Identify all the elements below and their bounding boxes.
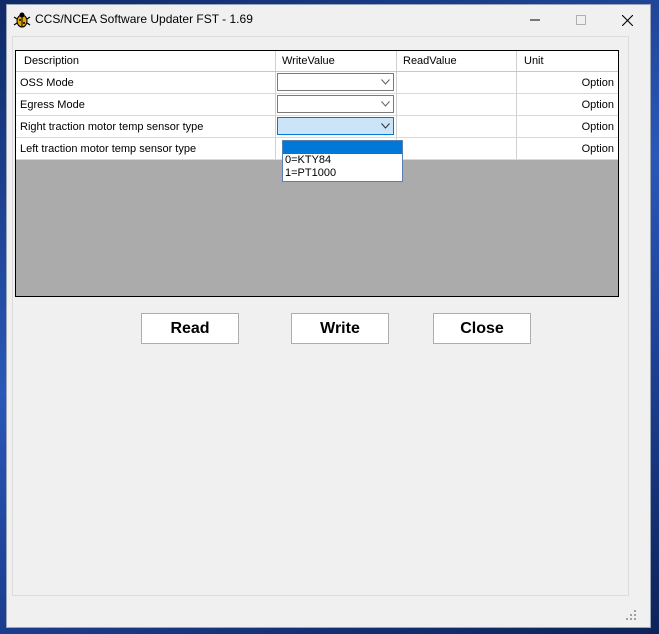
app-bug-icon [13,12,31,28]
column-header-write-value[interactable]: WriteValue [276,51,397,71]
close-window-button[interactable] [604,5,650,35]
write-value-dropdown-list[interactable]: 0=KTY84 1=PT1000 [282,140,403,182]
read-value-cell [397,138,517,159]
unit-cell: Option [581,98,614,111]
write-value-combo[interactable] [277,95,394,113]
dropdown-option-kty84[interactable]: 0=KTY84 [283,154,402,167]
write-button[interactable]: Write [291,313,389,344]
description-cell: Egress Mode [16,94,276,115]
chevron-down-icon[interactable] [377,118,393,134]
read-value-cell [397,94,517,115]
write-value-cell [276,94,397,115]
chevron-down-icon[interactable] [377,96,393,112]
description-cell: Right traction motor temp sensor type [16,116,276,137]
close-button[interactable]: Close [433,313,531,344]
table-row[interactable]: Egress Mode Option [16,94,618,116]
minimize-icon [530,19,540,21]
column-header-read-value[interactable]: ReadValue [397,51,517,71]
table-row[interactable]: Right traction motor temp sensor type Op… [16,116,618,138]
read-value-cell [397,116,517,137]
write-value-cell [276,72,397,93]
description-cell: OSS Mode [16,72,276,93]
read-value-cell [397,72,517,93]
unit-cell: Option [581,120,614,133]
write-value-cell [276,116,397,137]
dropdown-option-pt1000[interactable]: 1=PT1000 [283,167,402,180]
column-header-description[interactable]: Description [16,51,276,71]
grid-header: Description WriteValue ReadValue Unit [16,51,618,72]
table-row[interactable]: OSS Mode Option [16,72,618,94]
maximize-button[interactable] [558,5,604,35]
resize-grip-icon[interactable] [624,608,638,622]
column-header-unit[interactable]: Unit [517,51,618,71]
window-title: CCS/NCEA Software Updater FST - 1.69 [35,12,253,26]
write-value-combo[interactable] [277,73,394,91]
dropdown-option-empty[interactable] [283,141,402,154]
chevron-down-icon[interactable] [377,74,393,90]
close-icon [621,14,633,26]
title-bar[interactable]: CCS/NCEA Software Updater FST - 1.69 [7,5,650,35]
minimize-button[interactable] [512,5,558,35]
unit-cell: Option [581,76,614,89]
description-cell: Left traction motor temp sensor type [16,138,276,159]
unit-cell: Option [581,142,614,155]
read-button[interactable]: Read [141,313,239,344]
maximize-icon [576,15,586,25]
write-value-combo-focused[interactable] [277,117,394,135]
